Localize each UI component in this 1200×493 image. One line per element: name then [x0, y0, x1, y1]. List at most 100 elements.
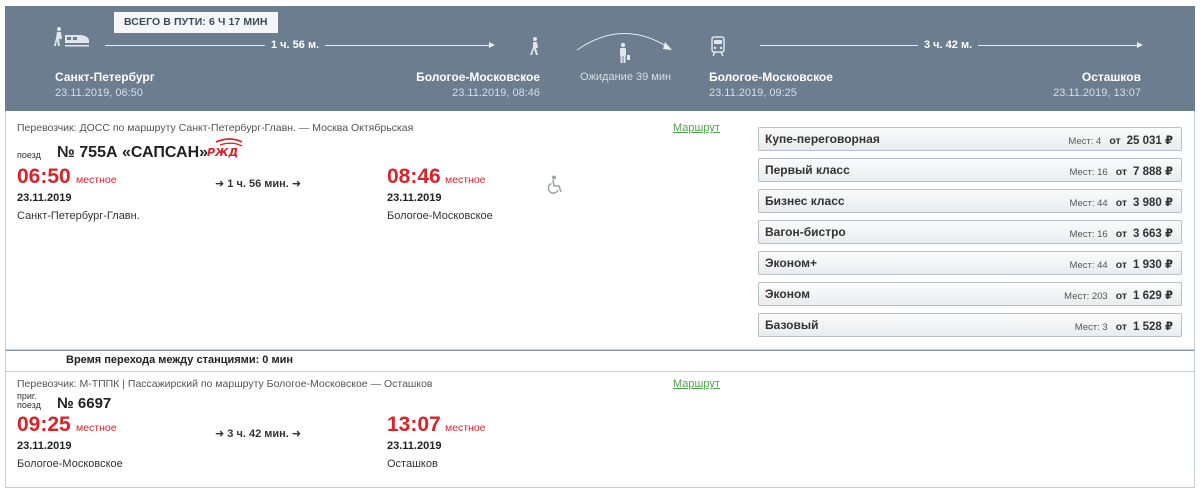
departure-date: 23.11.2019 — [17, 440, 72, 452]
seat-price: 25 031 ₽ — [1126, 135, 1173, 147]
departure-time: 09:25 — [17, 413, 71, 436]
suburban-train-icon — [710, 35, 726, 62]
seat-class-name: Бизнес класс — [765, 194, 845, 208]
segment-duration-text: 1 ч. 56 мин. — [227, 178, 289, 190]
seat-class-name: Эконом — [765, 287, 811, 301]
transfer-row: Время перехода между станциями: 0 мин — [5, 350, 1195, 371]
svg-text:РЖД: РЖД — [207, 146, 238, 158]
arrival-date: 23.11.2019 — [387, 192, 442, 204]
seat-class-button[interactable]: Первый класс Мест: 16 от 7 888 ₽ — [758, 158, 1182, 182]
journey-summary-header: ВСЕГО В ПУТИ: 6 Ч 17 МИН 1 ч. 56 м. Ожид… — [5, 6, 1195, 111]
arrival-time: 13:07 — [387, 413, 441, 436]
header-datetime-origin: 23.11.2019, 06:50 — [55, 87, 143, 99]
seat-class-info: Мест: 3 от 1 528 ₽ — [1075, 319, 1173, 333]
seat-class-button[interactable]: Купе-переговорная Мест: 4 от 25 031 ₽ — [758, 127, 1182, 151]
seat-count: Мест: 16 — [1069, 229, 1108, 240]
arrow-right-icon: ➜ — [215, 428, 225, 440]
seat-class-button[interactable]: Эконом Мест: 203 от 1 629 ₽ — [758, 282, 1182, 306]
departure-local-label: местное — [76, 174, 117, 186]
arrow-right-icon — [1137, 42, 1143, 48]
seat-class-button[interactable]: Базовый Мест: 3 от 1 528 ₽ — [758, 313, 1182, 337]
arrival-local-label: местное — [445, 174, 486, 186]
segment-duration: ➜ 1 ч. 56 мин. ➜ — [215, 177, 301, 190]
header-datetime-transfer-dep: 23.11.2019, 09:25 — [709, 87, 797, 99]
seat-class-info: Мест: 44 от 1 930 ₽ — [1069, 257, 1173, 271]
departure-local-label: местное — [76, 422, 117, 434]
price-from-label: от — [1115, 166, 1128, 178]
arrival-station: Осташков — [387, 458, 438, 470]
price-from-label: от — [1115, 197, 1128, 209]
seat-class-info: Мест: 203 от 1 629 ₽ — [1064, 288, 1173, 302]
carrier-info: Перевозчик: ДОСС по маршруту Санкт-Петер… — [17, 122, 414, 134]
seat-count: Мест: 203 — [1064, 291, 1108, 302]
header-station-destination: Осташков — [1081, 70, 1141, 84]
seat-count: Мест: 3 — [1074, 322, 1108, 333]
wait-label: Ожидание 39 мин — [580, 71, 672, 83]
arrow-right-icon: ➜ — [291, 428, 302, 440]
transfer-time-text: Время перехода между станциями: 0 мин — [66, 354, 294, 366]
train-kind-label: поезд — [17, 150, 41, 160]
carrier-info: Перевозчик: М-ТППК | Пассажирский по мар… — [17, 378, 433, 390]
departure-date: 23.11.2019 — [17, 192, 72, 204]
seat-count: Мест: 16 — [1069, 167, 1108, 178]
seat-class-info: Мест: 4 от 25 031 ₽ — [1068, 133, 1173, 147]
seat-price: 7 888 ₽ — [1133, 166, 1173, 178]
arrival-station: Бологое-Московское — [387, 210, 493, 222]
header-datetime-destination: 23.11.2019, 13:07 — [1053, 87, 1141, 99]
seat-price: 1 930 ₽ — [1133, 259, 1173, 271]
header-datetime-transfer-arr: 23.11.2019, 08:46 — [452, 87, 540, 99]
segment-duration-text: 3 ч. 42 мин. — [227, 428, 289, 440]
arrow-right-icon — [489, 42, 495, 48]
wheelchair-icon — [547, 175, 565, 200]
seat-class-button[interactable]: Эконом+ Мест: 44 от 1 930 ₽ — [758, 251, 1182, 275]
arrow-right-icon: ➜ — [291, 178, 302, 190]
seat-class-name: Вагон-бистро — [765, 225, 846, 239]
rzd-logo-icon: РЖД — [206, 138, 244, 163]
price-from-label: от — [1115, 321, 1128, 333]
high-speed-train-icon — [47, 26, 89, 53]
seat-class-name: Эконом+ — [765, 256, 818, 270]
train-kind-label: поезд — [17, 400, 41, 410]
price-from-label: от — [1115, 290, 1128, 302]
leg1-duration: 1 ч. 56 м. — [265, 38, 326, 52]
seat-class-info: Мест: 16 от 7 888 ₽ — [1069, 164, 1173, 178]
departure-time: 06:50 — [17, 165, 71, 188]
departure-station: Бологое-Московское — [17, 458, 123, 470]
seat-class-name: Базовый — [765, 318, 819, 332]
arrival-time: 08:46 — [387, 165, 441, 188]
seat-price: 3 980 ₽ — [1133, 197, 1173, 209]
arrow-right-icon: ➜ — [215, 178, 225, 190]
arrival-local-label: местное — [445, 422, 486, 434]
price-from-label: от — [1109, 135, 1121, 147]
seat-price: 3 663 ₽ — [1133, 228, 1173, 240]
seat-count: Мест: 44 — [1069, 260, 1108, 271]
segment-duration: ➜ 3 ч. 42 мин. ➜ — [215, 427, 301, 440]
waiting-person-icon — [615, 42, 631, 69]
price-from-label: от — [1115, 259, 1128, 271]
header-station-transfer-dep: Бологое-Московское — [709, 70, 833, 84]
segment-suburban: Перевозчик: М-ТППК | Пассажирский по мар… — [5, 371, 1195, 488]
route-link[interactable]: Маршрут — [673, 378, 720, 390]
seat-count: Мест: 4 — [1068, 136, 1102, 147]
leg2-duration: 3 ч. 42 м. — [918, 38, 979, 52]
seat-class-info: Мест: 16 от 3 663 ₽ — [1069, 226, 1173, 240]
train-number: № 6697 — [57, 395, 112, 412]
seat-class-button[interactable]: Вагон-бистро Мест: 16 от 3 663 ₽ — [758, 220, 1182, 244]
route-link[interactable]: Маршрут — [673, 122, 720, 134]
header-station-transfer-arr: Бологое-Московское — [416, 70, 540, 84]
header-station-origin: Санкт-Петербург — [55, 70, 155, 84]
walking-person-icon — [527, 36, 541, 61]
departure-station: Санкт-Петербург-Главн. — [17, 210, 140, 222]
seat-price: 1 528 ₽ — [1133, 321, 1173, 333]
segment-sapsan: Перевозчик: ДОСС по маршруту Санкт-Петер… — [5, 111, 1195, 350]
total-duration-tab: ВСЕГО В ПУТИ: 6 Ч 17 МИН — [114, 12, 278, 33]
arrival-date: 23.11.2019 — [387, 440, 442, 452]
seat-count: Мест: 44 — [1069, 198, 1108, 209]
train-number: № 755А «САПСАН» — [57, 144, 209, 161]
seat-class-name: Первый класс — [765, 163, 850, 177]
seat-class-button[interactable]: Бизнес класс Мест: 44 от 3 980 ₽ — [758, 189, 1182, 213]
seat-class-name: Купе-переговорная — [765, 132, 880, 146]
seat-price: 1 629 ₽ — [1133, 290, 1173, 302]
price-from-label: от — [1115, 228, 1128, 240]
seat-class-info: Мест: 44 от 3 980 ₽ — [1069, 195, 1173, 209]
